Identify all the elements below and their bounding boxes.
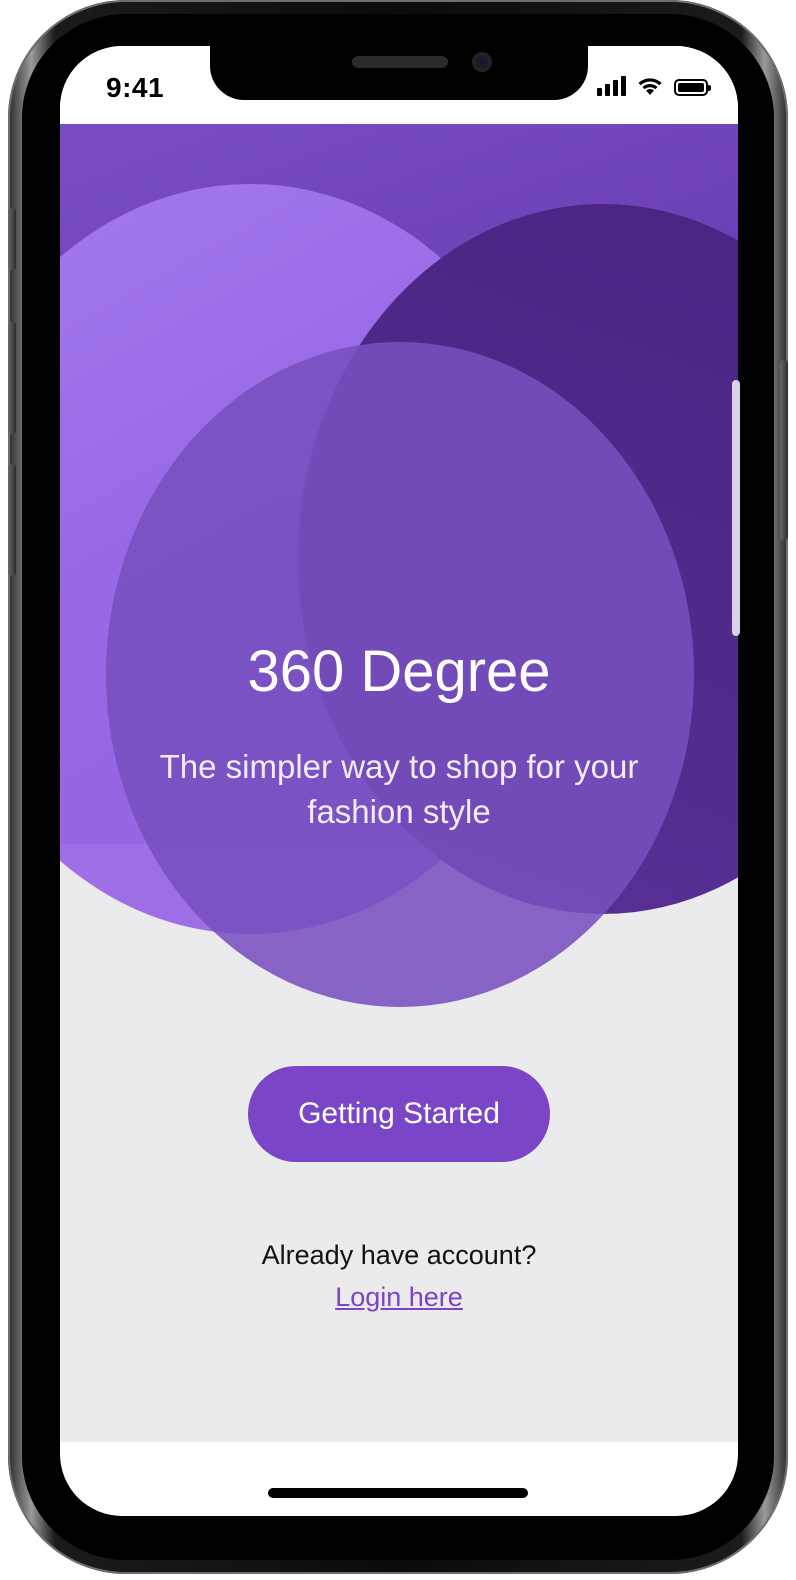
app-tagline: The simpler way to shop for your fashion…	[159, 748, 639, 830]
login-link[interactable]: Login here	[60, 1282, 738, 1313]
signal-icon	[597, 76, 626, 96]
account-prompt: Already have account?	[261, 1240, 537, 1270]
volume-down-button	[8, 464, 16, 576]
notch	[210, 46, 588, 100]
silent-switch	[8, 208, 16, 270]
onboarding-content: 360 Degree The simpler way to shop for y…	[60, 124, 738, 1442]
speaker-grille	[352, 56, 448, 68]
wifi-icon	[638, 78, 662, 95]
home-indicator[interactable]	[268, 1488, 528, 1498]
front-camera	[472, 52, 492, 72]
phone-screen: 360 Degree The simpler way to shop for y…	[60, 46, 738, 1516]
status-icons	[597, 76, 711, 96]
app-title: 360 Degree	[247, 639, 551, 704]
volume-up-button	[8, 322, 16, 434]
battery-icon	[674, 79, 711, 96]
getting-started-button[interactable]: Getting Started	[248, 1066, 550, 1162]
status-time: 9:41	[106, 72, 165, 103]
power-button	[780, 360, 788, 540]
scrollbar[interactable]	[732, 380, 740, 636]
